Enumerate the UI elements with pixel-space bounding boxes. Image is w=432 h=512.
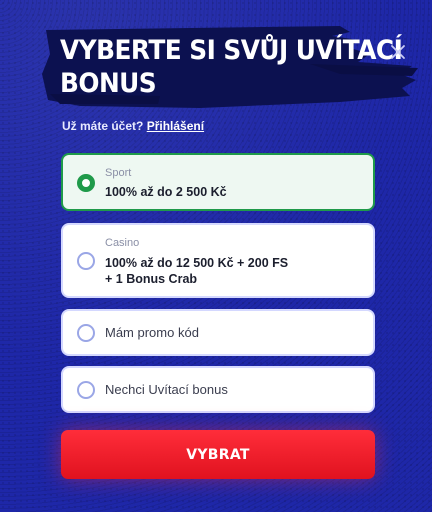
title-line-1: VYBERTE SI SVŮJ UVÍTACÍ xyxy=(60,35,403,66)
option-casino[interactable]: Casino 100% až do 12 500 Kč + 200 FS + 1… xyxy=(61,223,375,298)
login-prompt: Už máte účet? Přihlášení xyxy=(62,119,204,133)
title-area: VYBERTE SI SVŮJ UVÍTACÍ BONUS xyxy=(40,24,420,110)
option-category: Sport xyxy=(105,167,132,179)
option-label: Mám promo kód xyxy=(105,325,199,340)
option-label: Nechci Uvítací bonus xyxy=(105,382,228,397)
option-promo-code[interactable]: Mám promo kód xyxy=(61,309,375,356)
radio-casino[interactable] xyxy=(77,252,95,270)
option-label: 100% až do 2 500 Kč xyxy=(105,185,227,199)
radio-no-bonus[interactable] xyxy=(77,381,95,399)
select-button[interactable]: VYBRAT xyxy=(61,430,375,479)
close-button[interactable] xyxy=(388,42,408,62)
login-question: Už máte účet? xyxy=(62,119,144,133)
option-label: 100% až do 12 500 Kč + 200 FS + 1 Bonus … xyxy=(105,255,355,287)
radio-promo-code[interactable] xyxy=(77,324,95,342)
option-label-line-1: 100% až do 12 500 Kč + 200 FS xyxy=(105,256,289,270)
option-label-line-2: + 1 Bonus Crab xyxy=(105,272,198,286)
page-title: VYBERTE SI SVŮJ UVÍTACÍ BONUS xyxy=(60,34,403,100)
option-category: Casino xyxy=(105,237,140,249)
option-no-bonus[interactable]: Nechci Uvítací bonus xyxy=(61,366,375,413)
option-sport[interactable]: Sport 100% až do 2 500 Kč xyxy=(61,153,375,211)
close-icon xyxy=(391,45,405,59)
radio-sport[interactable] xyxy=(77,174,95,192)
title-line-2: BONUS xyxy=(60,68,157,99)
login-link[interactable]: Přihlášení xyxy=(147,119,204,133)
